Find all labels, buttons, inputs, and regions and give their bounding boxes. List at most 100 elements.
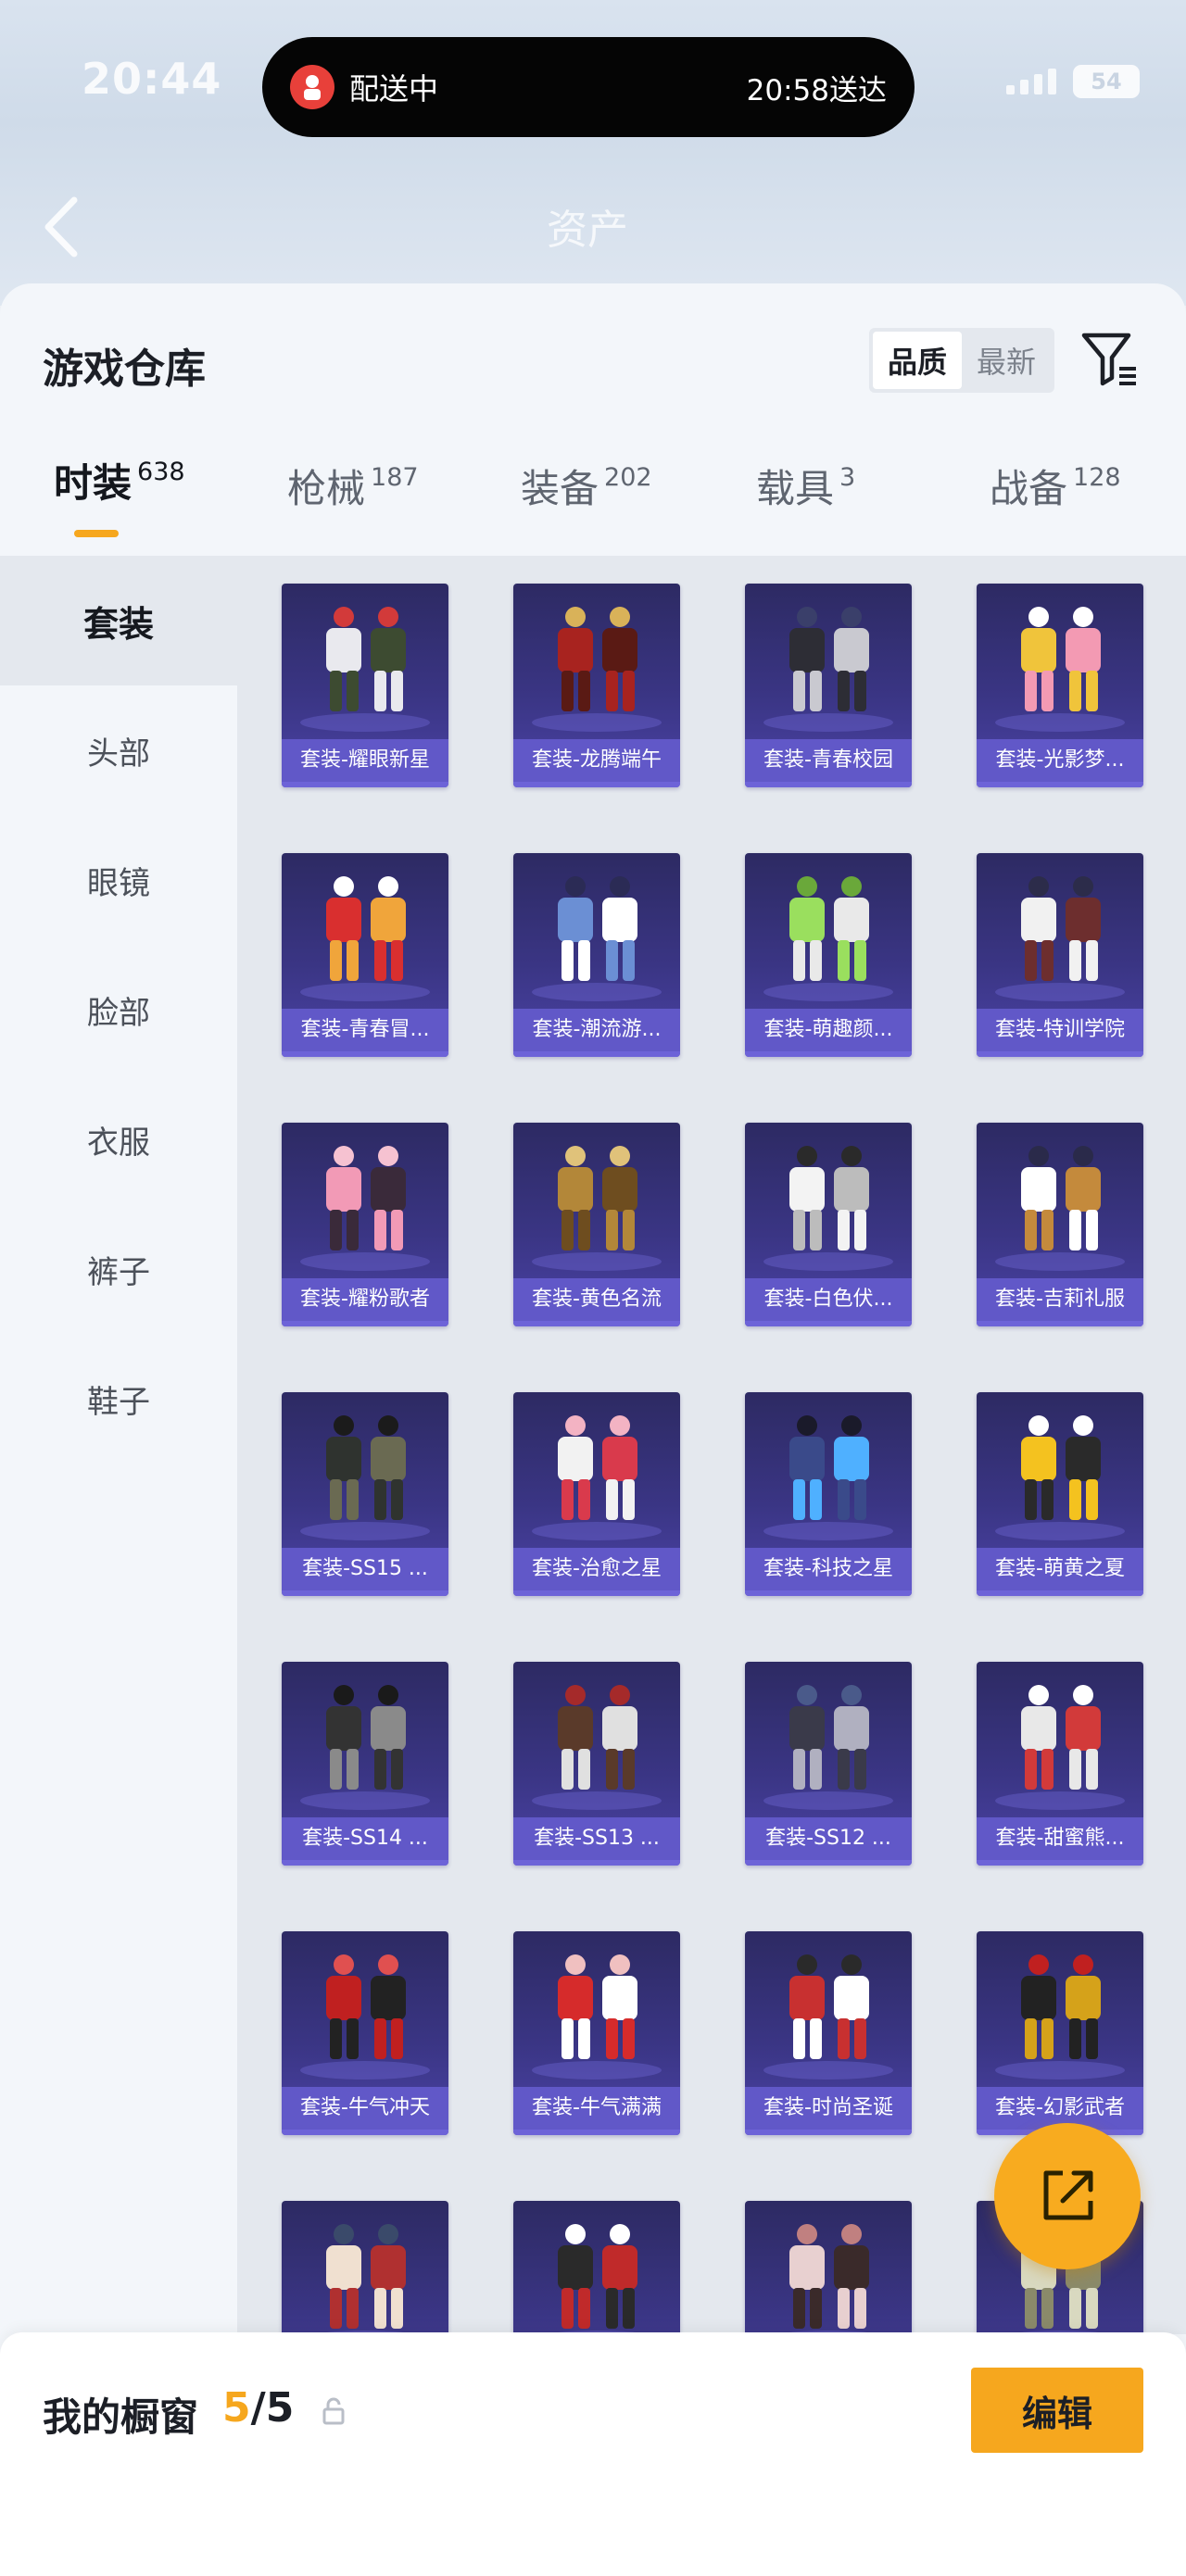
edit-button[interactable]: 编辑 <box>971 2368 1143 2453</box>
outfit-card-label: 套装-SS13 ... <box>513 1817 680 1860</box>
back-arrow-icon[interactable] <box>41 195 82 259</box>
outfit-card-label: 套装-特训学院 <box>977 1009 1143 1051</box>
outfit-card[interactable]: 套装-牛气满满 <box>513 1931 680 2135</box>
showcase-count: 5/5 <box>222 2384 294 2431</box>
signal-icon <box>1006 69 1056 94</box>
outfit-card-label: 套装-牛气满满 <box>513 2087 680 2130</box>
outfit-card-label: 套装-耀眼新星 <box>282 739 448 782</box>
outfit-card[interactable]: 套装-龙腾端午 <box>513 584 680 787</box>
category-tabs: 时装 638 枪械 187 装备 202 载具 3 战备 128 <box>0 458 1186 559</box>
outfit-icon <box>300 1685 430 1810</box>
app-root: { "status_bar": {"time": "20:44", "batte… <box>0 0 1186 2576</box>
outfit-card-label: 套装-吉莉礼服 <box>977 1278 1143 1321</box>
outfit-icon <box>763 607 893 732</box>
sort-option-quality[interactable]: 品质 <box>873 332 962 389</box>
tab-equipment[interactable]: 装备 202 <box>521 458 652 559</box>
outfit-card[interactable]: 套装-特训学院 <box>977 853 1143 1057</box>
sort-toggle: 品质 最新 <box>869 328 1054 393</box>
outfit-icon <box>995 1685 1125 1810</box>
outfit-card-label: 套装-白色伏... <box>745 1278 912 1321</box>
outfit-card-label: 套装-青春校园 <box>745 739 912 782</box>
sidebar-item-face[interactable]: 脸部 <box>0 945 237 1074</box>
sort-option-latest[interactable]: 最新 <box>962 332 1051 389</box>
delivery-status: 配送中 <box>349 71 439 107</box>
subcategory-sidebar: 套装 头部 眼镜 脸部 衣服 裤子 鞋子 <box>0 556 237 2334</box>
outfit-card-label: 套装-光影梦... <box>977 739 1143 782</box>
outfit-icon <box>995 876 1125 1001</box>
tab-count: 638 <box>137 458 185 486</box>
tab-label: 战备 <box>990 466 1068 511</box>
outfit-card[interactable]: 套装-幻影武者 <box>977 1931 1143 2135</box>
outfit-card[interactable] <box>513 2201 680 2334</box>
content-area: 套装 头部 眼镜 脸部 衣服 裤子 鞋子 套装-耀眼新星 套装-龙腾端午 套装-青春… <box>0 556 1186 2334</box>
showcase-total: 5 <box>265 2384 295 2431</box>
outfit-icon <box>776 2224 880 2334</box>
tab-outfits[interactable]: 时装 638 <box>54 452 185 554</box>
outfit-icon <box>300 1146 430 1271</box>
filter-icon[interactable] <box>1079 328 1142 391</box>
outfit-card[interactable]: 套装-黄色名流 <box>513 1123 680 1326</box>
outfit-icon <box>995 1146 1125 1271</box>
outfit-card-label: 套装-牛气冲天 <box>282 2087 448 2130</box>
outfit-card[interactable]: 套装-SS12 ... <box>745 1662 912 1866</box>
sidebar-item-suits[interactable]: 套装 <box>0 556 237 685</box>
outfit-icon <box>763 1954 893 2080</box>
share-fab[interactable] <box>994 2123 1141 2269</box>
outfit-icon <box>995 1415 1125 1540</box>
outfit-card-label: 套装-SS14 ... <box>282 1817 448 1860</box>
tab-supplies[interactable]: 战备 128 <box>990 458 1121 559</box>
item-grid: 套装-耀眼新星 套装-龙腾端午 套装-青春校园 套装-光影梦... 套装-青春冒... 套… <box>237 556 1186 2334</box>
outfit-card-label: 套装-SS15 ... <box>282 1548 448 1590</box>
outfit-icon <box>763 876 893 1001</box>
outfit-icon <box>532 1146 662 1271</box>
tab-label: 枪械 <box>287 466 366 511</box>
outfit-card[interactable]: 套装-潮流游... <box>513 853 680 1057</box>
outfit-card[interactable]: 套装-光影梦... <box>977 584 1143 787</box>
delivery-eta: 20:58送达 <box>746 73 887 107</box>
sidebar-item-clothes[interactable]: 衣服 <box>0 1074 237 1204</box>
outfit-card-label: 套装-科技之星 <box>745 1548 912 1590</box>
outfit-card[interactable]: 套装-耀眼新星 <box>282 584 448 787</box>
outfit-card-label: 套装-治愈之星 <box>513 1548 680 1590</box>
outfit-card[interactable]: 套装-萌黄之夏 <box>977 1392 1143 1596</box>
outfit-card[interactable]: 套装-吉莉礼服 <box>977 1123 1143 1326</box>
outfit-card[interactable] <box>745 2201 912 2334</box>
outfit-card[interactable]: 套装-青春校园 <box>745 584 912 787</box>
outfit-card[interactable]: 套装-治愈之星 <box>513 1392 680 1596</box>
outfit-card[interactable]: 套装-科技之星 <box>745 1392 912 1596</box>
sidebar-item-glasses[interactable]: 眼镜 <box>0 815 237 945</box>
status-time: 20:44 <box>82 54 222 104</box>
outfit-card-label: 套装-萌趣颜... <box>745 1009 912 1051</box>
outfit-icon <box>763 1685 893 1810</box>
tab-label: 装备 <box>521 466 599 511</box>
sidebar-item-pants[interactable]: 裤子 <box>0 1204 237 1334</box>
dynamic-island[interactable]: 配送中 20:58送达 <box>262 37 915 137</box>
outfit-card[interactable]: 套装-SS13 ... <box>513 1662 680 1866</box>
outfit-card-label: 套装-潮流游... <box>513 1009 680 1051</box>
outfit-card[interactable]: 套装-白色伏... <box>745 1123 912 1326</box>
outfit-card[interactable]: 套装-牛气冲天 <box>282 1931 448 2135</box>
tab-guns[interactable]: 枪械 187 <box>287 458 419 559</box>
outfit-card[interactable]: 套装-SS14 ... <box>282 1662 448 1866</box>
outfit-card[interactable] <box>282 2201 448 2334</box>
outfit-icon <box>313 2224 417 2334</box>
outfit-card[interactable]: 套装-时尚圣诞 <box>745 1931 912 2135</box>
tab-label: 载具 <box>756 466 835 511</box>
tab-vehicles[interactable]: 载具 3 <box>756 458 855 559</box>
outfit-icon <box>995 607 1125 732</box>
outfit-card[interactable]: 套装-甜蜜熊... <box>977 1662 1143 1866</box>
outfit-card-label: 套装-萌黄之夏 <box>977 1548 1143 1590</box>
outfit-card[interactable]: 套装-SS15 ... <box>282 1392 448 1596</box>
sidebar-item-shoes[interactable]: 鞋子 <box>0 1334 237 1464</box>
outfit-card[interactable]: 套装-萌趣颜... <box>745 853 912 1057</box>
outfit-card-label: 套装-龙腾端午 <box>513 739 680 782</box>
sidebar-item-head[interactable]: 头部 <box>0 685 237 815</box>
outfit-icon <box>532 876 662 1001</box>
showcase-label: 我的橱窗 <box>43 2394 199 2440</box>
outfit-card[interactable]: 套装-耀粉歌者 <box>282 1123 448 1326</box>
outfit-icon <box>545 2224 649 2334</box>
outfit-card[interactable]: 套装-青春冒... <box>282 853 448 1057</box>
outfit-icon <box>532 1685 662 1810</box>
panel-title: 游戏仓库 <box>43 346 206 393</box>
showcase-bar: 我的橱窗 5/5 编辑 <box>0 2332 1186 2576</box>
